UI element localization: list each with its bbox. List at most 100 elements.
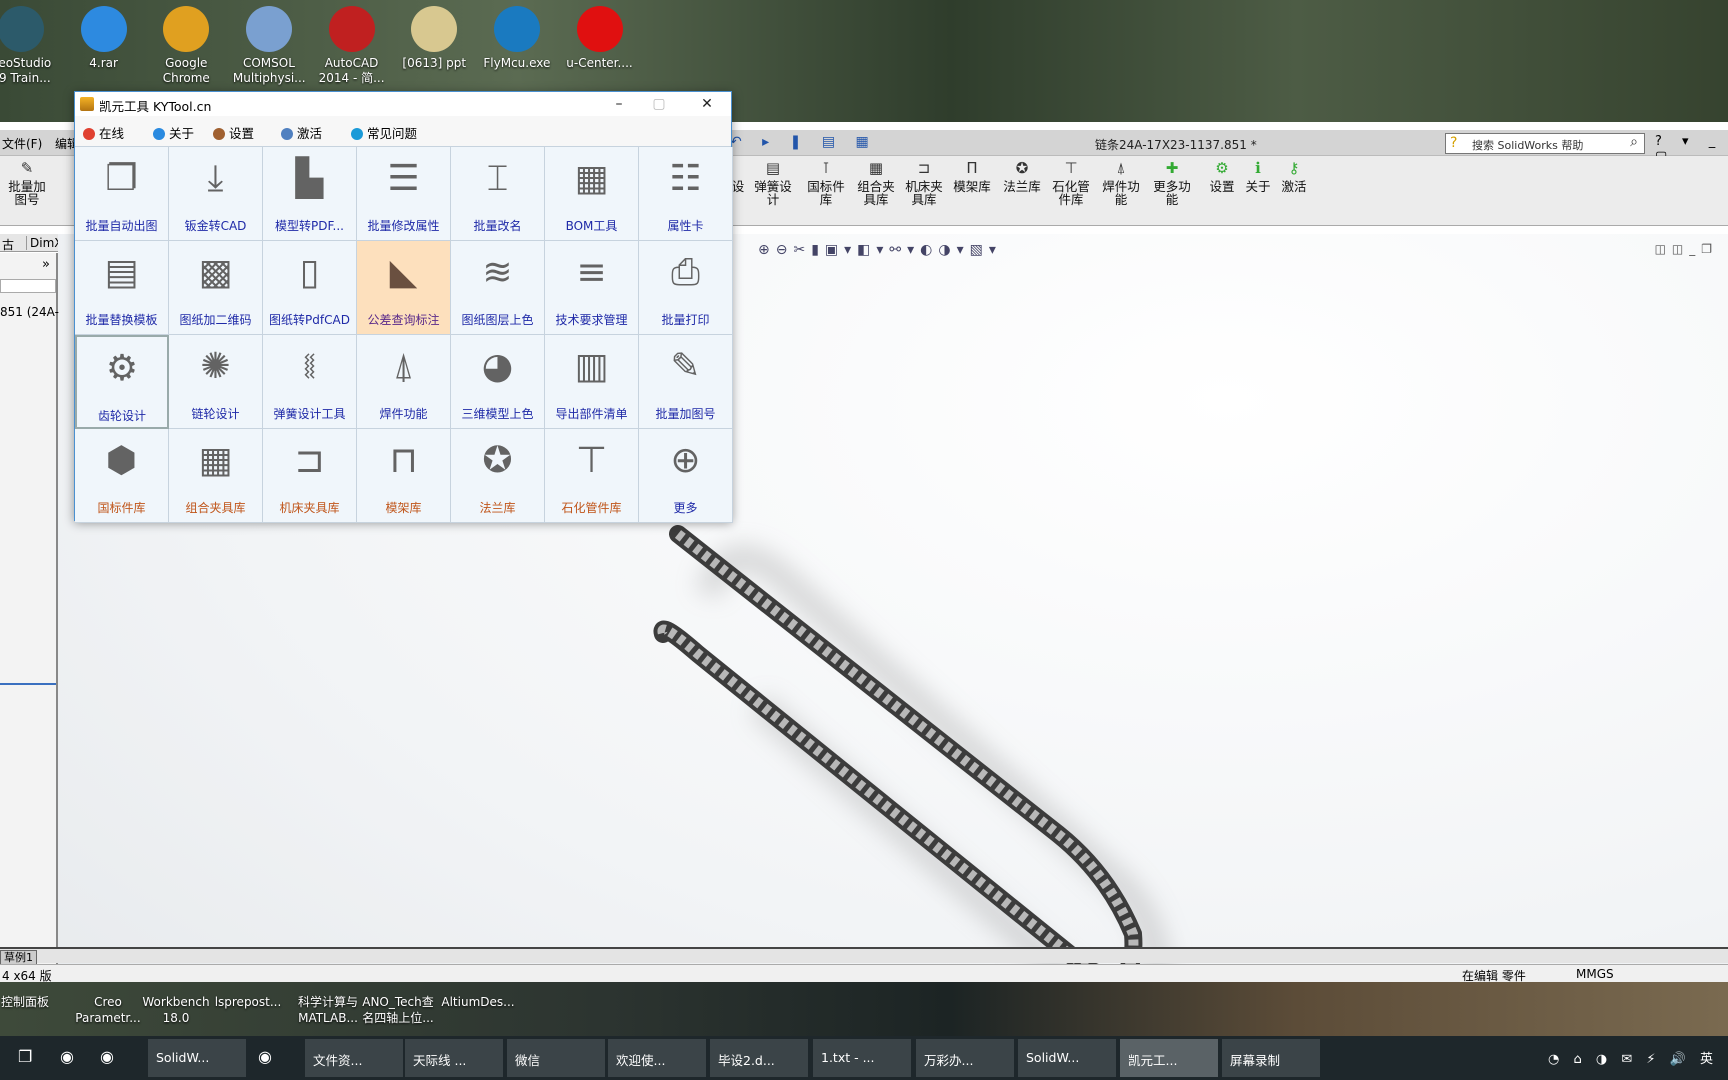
cmd-flange[interactable]: ✪ 法兰库 — [1001, 161, 1043, 194]
tool-gears[interactable]: ⚙ 齿轮设计 — [75, 335, 169, 429]
taskbar-item[interactable]: SolidW... — [148, 1039, 246, 1077]
cmd-tower[interactable]: ⍋ 焊件功能 — [1100, 161, 1142, 207]
taskbar-item[interactable]: 万彩办... — [916, 1039, 1014, 1077]
gears-icon: ⚙ — [105, 348, 139, 389]
cmd-faucet[interactable]: ⊤ 石化管件库 — [1050, 161, 1092, 207]
taskbar-item[interactable]: 1.txt - ... — [813, 1039, 911, 1077]
status-units[interactable]: MMGS — [1576, 967, 1614, 981]
desktop-icon-label[interactable]: Workbench 18.0 — [138, 994, 214, 1026]
pinned-app-icon[interactable]: ◉ — [100, 1047, 114, 1066]
desktop-icon-label[interactable]: 科学计算与 MATLAB... — [290, 994, 366, 1026]
tool-palette[interactable]: ◕ 三维模型上色 — [451, 335, 545, 429]
desktop-icon[interactable]: FlyMcu.exe — [481, 6, 553, 71]
printer-icon: ⎙ — [671, 252, 700, 293]
kytool-dialog: 凯元工具 KYTool.cn – ▢ ✕ 在线 关于 设置 激活 常见问题 ❐ 批量自动出… — [74, 91, 733, 523]
tool-tower[interactable]: ⍋ 焊件功能 — [357, 335, 451, 429]
expand-icon[interactable]: » — [42, 257, 50, 272]
cmd-key[interactable]: ⚷ 激活 — [1273, 161, 1315, 194]
tool-layers[interactable]: ≋ 图纸图层上色 — [451, 241, 545, 335]
tool-clamp[interactable]: ⊐ 机床夹具库 — [263, 429, 357, 523]
tool-pdf-stp[interactable]: ▙ 模型转PDF... — [263, 147, 357, 241]
taskbar-item[interactable]: 微信 — [507, 1039, 605, 1077]
cmd-mold[interactable]: Π 模架库 — [951, 159, 993, 194]
taskbar-item[interactable]: 文件资... — [305, 1039, 403, 1077]
desktop-icon[interactable]: COMSOL Multiphysi... — [233, 6, 306, 86]
pinned-app-icon[interactable]: ◉ — [60, 1047, 74, 1066]
tool-edit[interactable]: ✎ 批量加图号 — [639, 335, 733, 429]
task-view-icon[interactable]: ❐ — [18, 1047, 32, 1066]
tab-model[interactable]: 草例1 — [0, 950, 37, 965]
menu-file[interactable]: 文件(F) — [2, 135, 42, 152]
tool-text-align[interactable]: ≡ 技术要求管理 — [545, 241, 639, 335]
tool-spring[interactable]: ⧛ 弹簧设计工具 — [263, 335, 357, 429]
taskbar-item[interactable]: 毕设2.d... — [710, 1039, 808, 1077]
dialog-menu-item[interactable]: 关于 — [153, 123, 194, 142]
cmd-plus[interactable]: ✚ 更多功能 — [1151, 161, 1193, 207]
desktop-icon-label[interactable]: Creo Parametr... — [70, 994, 146, 1026]
desktop-icon[interactable]: u-Center.... — [564, 6, 636, 71]
taskbar-item[interactable]: 凯元工... — [1120, 1039, 1218, 1077]
tree-filter-input[interactable] — [0, 279, 56, 293]
tool-sheetmetal[interactable]: ⤓ 钣金转CAD — [169, 147, 263, 241]
tool-printer[interactable]: ⎙ 批量打印 — [639, 241, 733, 335]
tree-item-part[interactable]: 851 (24A- — [0, 305, 59, 319]
desktop-icon-label[interactable]: lsprepost... — [210, 994, 286, 1010]
maximize-button[interactable]: ▢ — [639, 92, 679, 116]
tool-set-square[interactable]: ◣ 公差查询标注 — [357, 241, 451, 335]
mold-icon: Π — [966, 159, 978, 177]
taskbar-item[interactable]: SolidW... — [1018, 1039, 1116, 1077]
close-button[interactable]: ✕ — [687, 92, 727, 116]
tab-item[interactable]: 古 — [2, 236, 14, 253]
desktop-icon-label[interactable]: 控制面板 — [0, 994, 50, 1010]
tool-rename[interactable]: ⌶ 批量改名 — [451, 147, 545, 241]
tool-plus-circle[interactable]: ⊕ 更多 — [639, 429, 733, 523]
cmd-grid[interactable]: ▦ 组合夹具库 — [855, 161, 897, 207]
tool-table[interactable]: ▦ BOM工具 — [545, 147, 639, 241]
tool-sheet[interactable]: ▥ 导出部件清单 — [545, 335, 639, 429]
dialog-menu-item[interactable]: 常见问题 — [351, 123, 417, 142]
pinned-app-icon[interactable]: ◉ — [258, 1047, 272, 1066]
tool-cards[interactable]: ▤ 批量替换模板 — [75, 241, 169, 335]
tool-list[interactable]: ☰ 批量修改属性 — [357, 147, 451, 241]
taskbar-item-label: 毕设2.d... — [718, 1053, 775, 1068]
taskbar-item[interactable]: 欢迎使... — [608, 1039, 706, 1077]
system-tray[interactable]: ◔ ⌂ ◑ ✉ ⚡ 🔊 英 — [1548, 1048, 1718, 1067]
tool-sprocket[interactable]: ✺ 链轮设计 — [169, 335, 263, 429]
cmd-batch-add-number[interactable]: ✎ 批量加图号 — [4, 161, 50, 207]
tool-label: 三维模型上色 — [461, 407, 534, 421]
taskbar-item[interactable]: 屏幕录制 — [1222, 1039, 1320, 1077]
desktop-icon[interactable]: Google Chrome — [150, 6, 222, 86]
dialog-menu-item[interactable]: 设置 — [213, 123, 254, 142]
quick-access-toolbar[interactable]: ↶ ▸ ❚ ▤ ▦ — [730, 134, 877, 150]
dialog-menu-item[interactable]: 在线 — [83, 123, 124, 142]
cmd-clamp[interactable]: ⊐ 机床夹具库 — [903, 161, 945, 207]
minimize-button[interactable]: – — [599, 92, 639, 116]
tool-mold[interactable]: ⊓ 模架库 — [357, 429, 451, 523]
tower-icon: ⍋ — [392, 346, 415, 387]
desktop-icon[interactable]: 4.rar — [68, 6, 140, 71]
search-icon[interactable]: ⌕ — [1630, 134, 1638, 150]
desktop-icon-label[interactable]: ANO_Tech查 名四轴上位... — [360, 994, 436, 1026]
tool-flange[interactable]: ✪ 法兰库 — [451, 429, 545, 523]
tool-qrcode[interactable]: ▩ 图纸加二维码 — [169, 241, 263, 335]
desktop-icon-label[interactable]: AltiumDes... — [440, 994, 516, 1010]
feature-tree-panel[interactable]: » 851 (24A- — [0, 253, 59, 1063]
tool-hex-nut[interactable]: ⬢ 国标件库 — [75, 429, 169, 523]
tool-grid[interactable]: ▦ 组合夹具库 — [169, 429, 263, 523]
document-title: 链条24A-17X23-1137.851 * — [1095, 138, 1257, 152]
desktop-icon[interactable]: AutoCAD 2014 - 简... — [316, 6, 388, 86]
help-search-input[interactable]: ? 搜索 SolidWorks 帮助 ⌕ — [1445, 133, 1645, 154]
taskbar-item[interactable]: 天际线 ... — [405, 1039, 503, 1077]
tool-property-list[interactable]: ☷ 属性卡 — [639, 147, 733, 241]
desktop-wallpaper-bottom: 控制面板 Creo Parametr... Workbench 18.0 lsprep… — [0, 982, 1728, 1036]
tool-label: 批量自动出图 — [85, 219, 158, 233]
dialog-menu-item[interactable]: 激活 — [281, 123, 322, 142]
desktop-icon[interactable]: [0613] ppt — [398, 6, 470, 71]
cmd-spring[interactable]: ▤ 弹簧设计 — [752, 161, 794, 207]
tool-drawings[interactable]: ❐ 批量自动出图 — [75, 147, 169, 241]
tool-pdf-file[interactable]: ▯ 图纸转PdfCAD — [263, 241, 357, 335]
desktop-icon[interactable]: deoStudio 19 Train... — [0, 6, 57, 86]
input-method[interactable]: 英 — [1700, 1052, 1718, 1067]
cmd-bolt[interactable]: ⊺ 国标件库 — [805, 161, 847, 207]
tool-faucet[interactable]: ⊤ 石化管件库 — [545, 429, 639, 523]
